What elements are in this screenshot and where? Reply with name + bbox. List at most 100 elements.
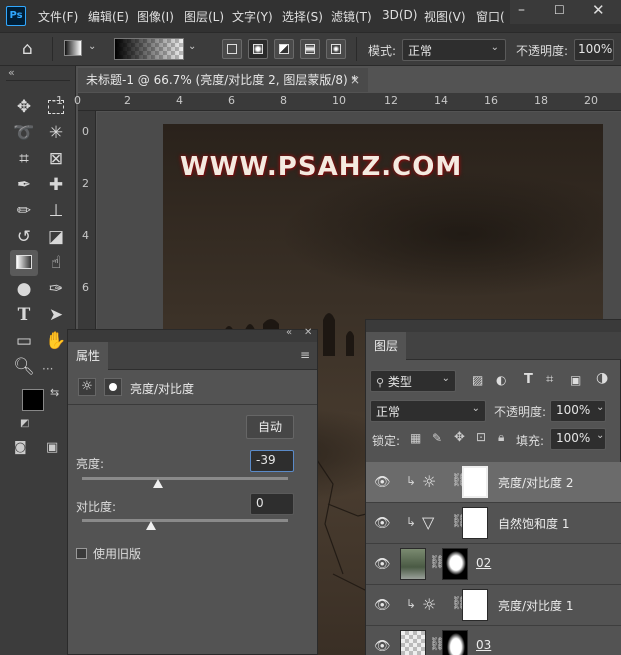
layer-mask-thumbnail[interactable]	[462, 507, 488, 539]
brightness-slider-thumb[interactable]	[153, 479, 164, 488]
menu-window[interactable]: 窗口(	[476, 8, 505, 25]
history-brush-tool-icon[interactable]: ↺	[10, 224, 38, 250]
zoom-tool-icon[interactable]: 🔍︎	[10, 354, 38, 380]
layer-name[interactable]: 亮度/对比度 1	[498, 597, 574, 614]
angle-gradient-button[interactable]	[274, 39, 294, 59]
minimize-icon[interactable]: –	[518, 2, 525, 18]
hand-tool-icon[interactable]: ✋	[42, 328, 70, 354]
pen-tool-icon[interactable]: ✑	[42, 276, 70, 302]
lasso-tool-icon[interactable]: ➰	[10, 120, 38, 146]
eyedropper-tool-icon[interactable]: ✒	[10, 172, 38, 198]
visibility-eye-icon[interactable]: 👁︎	[374, 639, 391, 654]
menu-3d[interactable]: 3D(D)	[382, 8, 417, 22]
lock-position-icon[interactable]: ✥	[454, 430, 465, 445]
close-tab-icon[interactable]: ×	[350, 68, 360, 92]
menu-image[interactable]: 图像(I)	[137, 8, 174, 25]
layer-mask-thumbnail[interactable]	[442, 548, 468, 580]
visibility-eye-icon[interactable]: 👁︎	[374, 598, 391, 613]
menu-filter[interactable]: 滤镜(T)	[331, 8, 372, 25]
menu-select[interactable]: 选择(S)	[282, 8, 323, 25]
legacy-checkbox[interactable]	[76, 548, 87, 559]
mode-select[interactable]: 正常 ⌄	[402, 39, 506, 61]
gradient-tool-icon[interactable]	[10, 250, 38, 276]
layer-row[interactable]: 👁︎ ↳ ☼ ⛓ 亮度/对比度 2	[366, 462, 621, 503]
foreground-color-swatch[interactable]	[22, 389, 44, 411]
layer-name[interactable]: 自然饱和度 1	[498, 515, 569, 532]
gradient-dropdown-icon[interactable]: ⌄	[188, 41, 196, 52]
visibility-eye-icon[interactable]: 👁︎	[374, 516, 391, 531]
move-tool-icon[interactable]: ✥	[10, 94, 38, 120]
path-selection-tool-icon[interactable]: ➤	[42, 302, 70, 328]
type-tool-icon[interactable]: T	[10, 302, 38, 328]
lock-transparent-icon[interactable]: ▦	[410, 431, 421, 445]
contrast-slider-track[interactable]	[82, 519, 288, 522]
layer-name[interactable]: 亮度/对比度 2	[498, 474, 574, 491]
layer-thumbnail[interactable]	[400, 630, 426, 655]
filter-adjustment-icon[interactable]: ◐	[496, 373, 506, 387]
collapse-icon[interactable]: «	[8, 66, 15, 79]
layer-mask-thumbnail[interactable]	[462, 589, 488, 621]
close-panel-icon[interactable]: ✕	[304, 327, 312, 338]
magic-wand-tool-icon[interactable]: ✳	[42, 120, 70, 146]
menu-type[interactable]: 文字(Y)	[232, 8, 273, 25]
contrast-input[interactable]: 0	[250, 493, 294, 515]
close-window-icon[interactable]: ✕	[592, 1, 605, 19]
linear-gradient-button[interactable]	[222, 39, 242, 59]
more-tools-icon[interactable]: ···	[42, 362, 53, 376]
screen-mode-icon[interactable]: ▣	[46, 440, 58, 455]
diamond-gradient-button[interactable]	[326, 39, 346, 59]
collapse-panel-icon[interactable]: «	[286, 327, 292, 338]
quick-mask-icon[interactable]: ◙	[14, 440, 27, 455]
layer-mask-thumbnail[interactable]	[462, 466, 488, 498]
reflected-gradient-button[interactable]	[300, 39, 320, 59]
filter-smart-object-icon[interactable]: ▣	[570, 373, 581, 387]
home-icon[interactable]: ⌂	[22, 39, 33, 59]
menu-file[interactable]: 文件(F)	[38, 8, 78, 25]
eraser-tool-icon[interactable]: ◪	[42, 224, 70, 250]
chevron-down-icon[interactable]: ⌄	[88, 41, 96, 52]
layer-row[interactable]: 👁︎ ⛓ 03	[366, 626, 621, 655]
gradient-editor-swatch[interactable]	[114, 38, 184, 60]
layer-mask-thumbnail[interactable]	[442, 630, 468, 655]
filter-toggle-icon[interactable]: ◑	[596, 370, 608, 386]
filter-pixel-icon[interactable]: ▨	[472, 373, 483, 387]
opacity-input[interactable]: 100%	[574, 39, 614, 61]
chevron-down-icon[interactable]: ⌄	[596, 402, 604, 413]
layer-name[interactable]: 03	[476, 638, 491, 652]
chevron-down-icon[interactable]: ⌄	[596, 430, 604, 441]
brightness-input[interactable]: -39	[250, 450, 294, 472]
filter-shape-icon[interactable]: ⌗	[546, 372, 553, 387]
frame-tool-icon[interactable]: ⊠	[42, 146, 70, 172]
menu-view[interactable]: 视图(V)	[424, 8, 466, 25]
crop-tool-icon[interactable]: ⌗	[10, 146, 38, 172]
visibility-eye-icon[interactable]: 👁︎	[374, 475, 391, 490]
visibility-eye-icon[interactable]: 👁︎	[374, 557, 391, 572]
layer-thumbnail[interactable]	[400, 548, 426, 580]
default-colors-icon[interactable]: ◩	[20, 418, 29, 429]
maximize-icon[interactable]: ☐	[554, 3, 565, 17]
menu-layer[interactable]: 图层(L)	[184, 8, 224, 25]
gradient-preset-icon[interactable]	[64, 40, 82, 56]
radial-gradient-button[interactable]	[248, 39, 268, 59]
tab-layers[interactable]: 图层	[366, 332, 407, 360]
clone-stamp-tool-icon[interactable]: ⊥	[42, 198, 70, 224]
document-tab[interactable]: 未标题-1 @ 66.7% (亮度/对比度 2, 图层蒙版/8) * ×	[78, 68, 368, 92]
lock-pixels-icon[interactable]: ✎	[432, 431, 442, 445]
menu-edit[interactable]: 编辑(E)	[88, 8, 129, 25]
brightness-slider-track[interactable]	[82, 477, 288, 480]
dodge-tool-icon[interactable]: ●	[10, 276, 38, 302]
rectangle-tool-icon[interactable]: ▭	[10, 328, 38, 354]
brush-tool-icon[interactable]: ✏	[10, 198, 38, 224]
layer-filter-select[interactable]: ⚲ 类型 ⌄	[370, 370, 456, 392]
swap-colors-icon[interactable]: ⇆	[50, 386, 59, 399]
filter-type-icon[interactable]: T	[524, 372, 533, 387]
healing-brush-tool-icon[interactable]: ✚	[42, 172, 70, 198]
layer-row[interactable]: 👁︎ ⛓ 02	[366, 544, 621, 585]
contrast-slider-thumb[interactable]	[145, 521, 156, 530]
lock-all-icon[interactable]: 🔒︎	[498, 430, 504, 445]
mask-icon[interactable]	[104, 378, 122, 396]
tab-properties[interactable]: 属性	[68, 342, 109, 370]
layer-row[interactable]: 👁︎ ↳ ☼ ⛓ 亮度/对比度 1	[366, 585, 621, 626]
layer-row[interactable]: 👁︎ ↳ ▽ ⛓ 自然饱和度 1	[366, 503, 621, 544]
blend-mode-select[interactable]: 正常 ⌄	[370, 400, 486, 422]
